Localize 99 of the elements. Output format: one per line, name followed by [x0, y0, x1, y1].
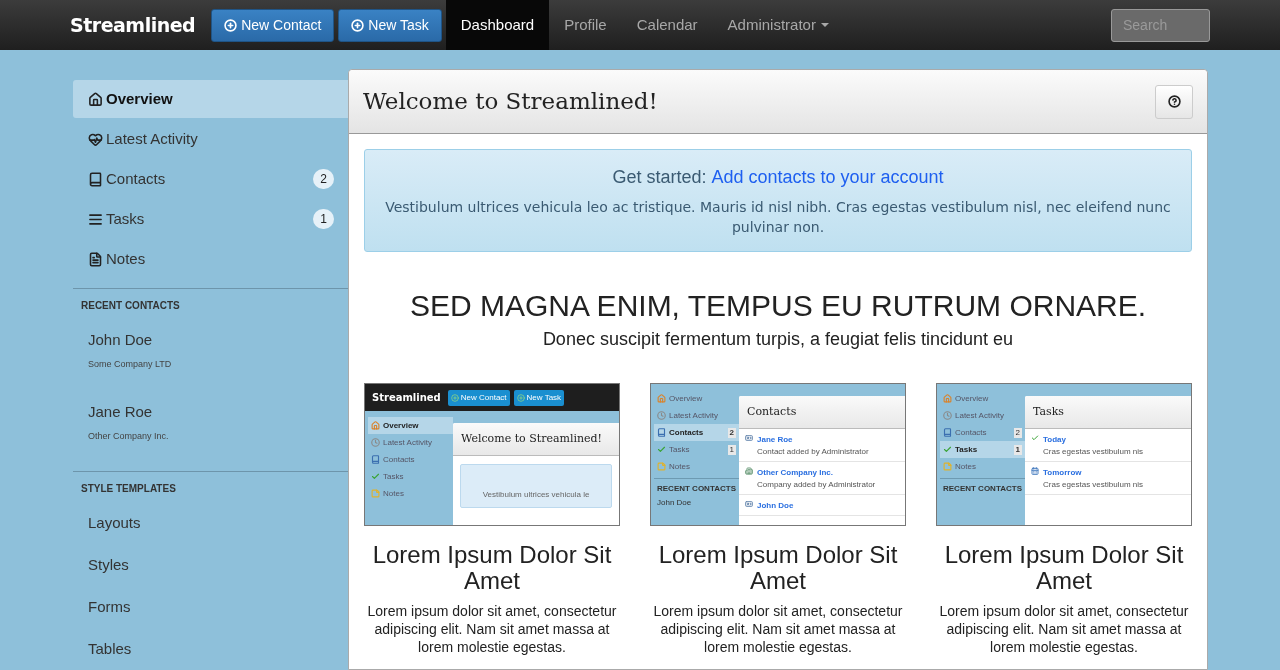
nav-tab[interactable]: Calendar — [621, 0, 713, 50]
clock-icon — [657, 411, 666, 420]
mini-brand: Streamlined — [372, 391, 441, 405]
sidebar-link[interactable]: Styles — [88, 553, 129, 577]
note-icon — [371, 489, 380, 498]
card-title: Lorem Ipsum Dolor Sit Amet — [943, 542, 1185, 594]
section-subheading: Donec suscipit fermentum turpis, a feugiat felis tincidunt eu — [541, 328, 1015, 351]
new-item-button[interactable]: New Task — [338, 8, 442, 42]
book-icon — [88, 171, 103, 187]
mini-section-title: RECENT CONTACTS — [657, 483, 737, 495]
note-icon — [657, 462, 666, 471]
mini-badge: 2 — [727, 427, 736, 438]
mini-sidebar-item: Latest Activity — [940, 407, 1025, 424]
mini-sidebar-item: Contacts 2 — [654, 424, 739, 441]
book-icon — [657, 428, 666, 437]
building-icon — [745, 467, 753, 475]
mini-sidebar-item: Contacts 2 — [940, 424, 1025, 441]
clock-icon — [371, 438, 380, 447]
help-icon — [1167, 95, 1181, 108]
document-icon — [88, 251, 103, 267]
clock-icon — [943, 411, 952, 420]
home-icon — [657, 394, 666, 403]
mini-entry-text: Company added by Administrator — [757, 479, 876, 491]
home-icon — [943, 394, 952, 403]
contact-name[interactable]: Jane Roe — [88, 401, 348, 424]
caret-icon — [820, 23, 829, 27]
help-button[interactable] — [1155, 84, 1193, 119]
nav-tab[interactable]: Dashboard — [445, 0, 550, 50]
mini-alert-text: Vestibulum ultrices vehicula le — [482, 489, 590, 501]
card-text: Lorem ipsum dolor sit amet, consectetur adipiscing elit. Nam sit amet massa at lorem molestie egestas. — [938, 602, 1190, 656]
mini-entry-text: Contact added by Administrator — [757, 446, 869, 458]
id-card-icon — [745, 500, 753, 508]
sidebar-link[interactable]: Tables — [88, 637, 132, 661]
id-card-icon — [745, 434, 753, 442]
section-heading: STYLE TEMPLATES — [80, 482, 177, 496]
note-icon — [943, 462, 952, 471]
sidebar-item[interactable]: Contacts 2 — [73, 160, 348, 198]
heartbeat-icon — [88, 131, 103, 147]
plus-circle-icon — [224, 18, 238, 32]
new-item-button[interactable]: New Contact — [211, 8, 335, 42]
card-title: Lorem Ipsum Dolor Sit Amet — [371, 542, 613, 594]
sidebar-item[interactable]: Tasks 1 — [73, 200, 348, 238]
card-text: Lorem ipsum dolor sit amet, consectetur adipiscing elit. Nam sit amet massa at lorem molestie egestas. — [652, 602, 904, 656]
section-heading-large: SED MAGNA ENIM, TEMPUS EU RUTRUM ORNARE. — [408, 288, 1148, 324]
sidebar-link[interactable]: Layouts — [88, 511, 141, 535]
alert-text: Vestibulum ultrices vehicula leo ac tristique. Mauris id nisl nibh. Cras egestas vestibulum nisl, nec eleifend nunc pulvinar non. — [385, 198, 1171, 237]
sidebar-item[interactable]: Overview — [73, 80, 348, 118]
plus-icon — [450, 393, 459, 402]
sidebar-item[interactable]: Latest Activity — [73, 120, 348, 158]
calendar-icon — [1031, 467, 1039, 475]
mini-sidebar-item: Contacts — [368, 451, 453, 468]
mini-sidebar-item: Overview — [368, 417, 453, 434]
mini-sidebar-item: Latest Activity — [654, 407, 739, 424]
mini-entry-text: Cras egestas vestibulum nis — [1043, 446, 1144, 458]
mini-badge: 2 — [1013, 427, 1022, 438]
check-icon — [657, 445, 666, 454]
mini-panel-title: Welcome to Streamlined! — [461, 430, 602, 447]
mini-sidebar-item: Notes — [368, 485, 453, 502]
home-icon — [371, 421, 380, 430]
mini-contact-name: John Doe — [657, 497, 693, 509]
plus-icon — [516, 393, 525, 402]
list-icon — [88, 211, 103, 227]
plus-circle-icon — [351, 18, 365, 32]
mini-sidebar-item: Overview — [940, 390, 1025, 407]
mini-sidebar-item: Notes — [940, 458, 1025, 475]
section-heading: RECENT CONTACTS — [80, 299, 181, 313]
mini-badge: 1 — [727, 444, 736, 455]
panel-title: Welcome to Streamlined! — [363, 87, 658, 117]
count-badge: 1 — [313, 209, 334, 229]
alert-lead: Get started: — [612, 166, 707, 189]
nav-tab[interactable]: Administrator — [712, 0, 844, 50]
mini-panel-title: Tasks — [1033, 403, 1064, 420]
mini-sidebar-item: Latest Activity — [368, 434, 453, 451]
sidebar-link[interactable]: Forms — [88, 595, 131, 619]
mini-badge: 1 — [1013, 444, 1022, 455]
contact-company: Other Company Inc. — [88, 429, 170, 443]
home-icon — [88, 91, 103, 107]
book-icon — [943, 428, 952, 437]
mini-sidebar-item: Overview — [654, 390, 739, 407]
sidebar-item[interactable]: Notes — [73, 240, 348, 278]
book-icon — [371, 455, 380, 464]
count-badge: 2 — [313, 169, 334, 189]
contact-name[interactable]: John Doe — [88, 329, 348, 352]
check-icon — [371, 472, 380, 481]
mini-entry-text: Cras egestas vestibulum nis — [1043, 479, 1144, 491]
card-title: Lorem Ipsum Dolor Sit Amet — [657, 542, 899, 594]
contact-company: Some Company LTD — [88, 357, 173, 371]
nav-tab[interactable]: Profile — [549, 0, 622, 50]
mini-sidebar-item: Tasks — [368, 468, 453, 485]
mini-sidebar-item: Tasks 1 — [654, 441, 739, 458]
check-icon — [943, 445, 952, 454]
card-text: Lorem ipsum dolor sit amet, consectetur adipiscing elit. Nam sit amet massa at lorem molestie egestas. — [366, 602, 618, 656]
brand-title[interactable]: Streamlined — [70, 10, 196, 40]
check-icon — [1031, 434, 1039, 442]
add-contacts-link[interactable]: Add contacts to your account — [711, 164, 944, 191]
mini-panel-title: Contacts — [747, 403, 797, 420]
mini-section-title: RECENT CONTACTS — [943, 483, 1023, 495]
mini-sidebar-item: Tasks 1 — [940, 441, 1025, 458]
mini-sidebar-item: Notes — [654, 458, 739, 475]
